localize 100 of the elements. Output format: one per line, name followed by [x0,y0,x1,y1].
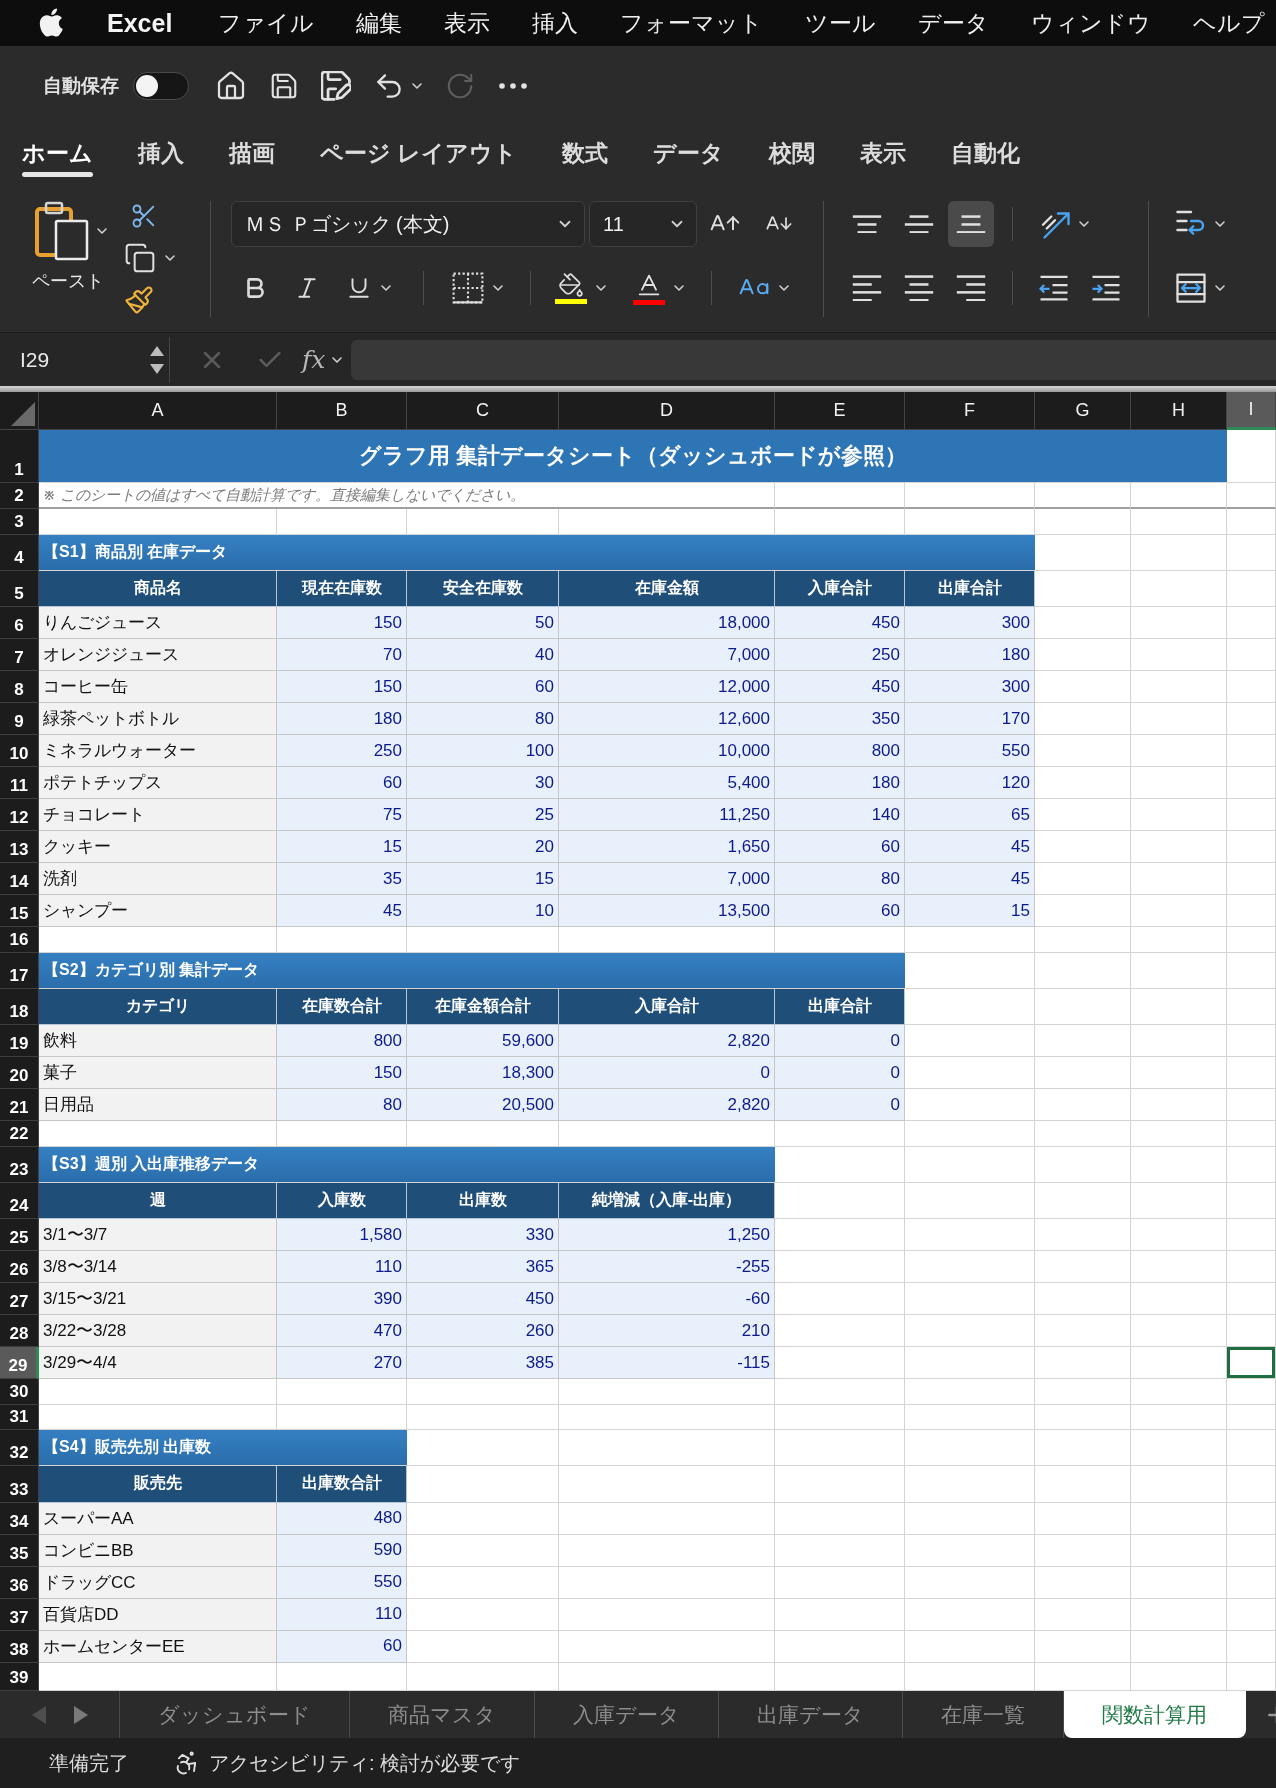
menu-item[interactable]: ファイル [218,7,315,39]
column-header[interactable]: H [1131,392,1227,430]
paste-button[interactable]: ペースト [24,201,112,319]
column-header[interactable]: I [1227,392,1276,430]
ribbon-tab[interactable]: 描画 [229,125,275,182]
apple-icon[interactable] [39,8,65,38]
row-header[interactable]: 13 [0,831,39,863]
row-header[interactable]: 11 [0,767,39,799]
column-header[interactable]: E [775,392,905,430]
font-size-dropdown[interactable]: 11 [589,201,697,247]
sheet-tab[interactable]: 関数計算用 [1064,1691,1246,1738]
row-header[interactable]: 25 [0,1219,39,1251]
status-text: 準備完了 [49,1750,129,1776]
row-header[interactable]: 30 [0,1379,39,1405]
row-header[interactable]: 27 [0,1283,39,1315]
row-header[interactable]: 4 [0,534,39,571]
menu-item[interactable]: ツール [805,7,877,39]
row-header[interactable]: 3 [0,509,39,535]
row-header[interactable]: 7 [0,639,39,671]
row-header[interactable]: 32 [0,1430,39,1466]
value-cell: 45 [905,863,1035,895]
row-header[interactable]: 38 [0,1630,39,1663]
label-cell: ドラッグCC [39,1566,277,1599]
row-header[interactable]: 18 [0,988,39,1025]
value-cell: 0 [775,1057,905,1089]
ribbon-tab[interactable]: 校閲 [769,125,816,182]
column-header[interactable]: B [277,392,407,430]
value-cell: 25 [407,799,559,831]
row-header[interactable]: 8 [0,671,39,703]
row-header[interactable]: 29 [0,1347,39,1379]
row-header[interactable]: 33 [0,1466,39,1503]
row-header[interactable]: 31 [0,1404,39,1430]
label-cell: スーパーAA [39,1502,277,1535]
value-cell: 45 [905,831,1035,863]
ribbon-tab[interactable]: 数式 [562,125,609,182]
row-header[interactable]: 5 [0,570,39,607]
row-header[interactable]: 2 [0,483,39,509]
underline-icon [346,275,372,301]
insert-function-button[interactable]: fx [302,339,346,380]
column-header[interactable]: A [39,392,277,430]
value-cell: 75 [277,799,407,831]
row-header[interactable]: 12 [0,799,39,831]
ribbon-tab[interactable]: 挿入 [138,125,184,182]
row-header[interactable]: 39 [0,1662,39,1691]
menu-item[interactable]: フォーマット [620,7,764,39]
value-cell: 100 [407,735,559,767]
row-header[interactable]: 21 [0,1089,39,1121]
row-header[interactable]: 9 [0,703,39,735]
row-header[interactable]: 16 [0,927,39,953]
row-header[interactable]: 36 [0,1566,39,1599]
row-header[interactable]: 14 [0,863,39,895]
row-header[interactable]: 37 [0,1598,39,1631]
row-header[interactable]: 23 [0,1146,39,1183]
column-heading: 入庫合計 [775,570,905,607]
ribbon-tab[interactable]: データ [653,125,725,182]
align-bottom-button[interactable] [948,201,994,247]
accessibility-status-button[interactable]: アクセシビリティ: 検討が必要です [173,1749,521,1777]
label-cell: コーヒー缶 [39,671,277,703]
menu-item[interactable]: 編集 [356,7,403,39]
column-heading: 在庫金額合計 [407,988,559,1025]
row-header[interactable]: 35 [0,1534,39,1567]
diagonal-arrow-icon [1040,209,1070,239]
row-header[interactable]: 10 [0,735,39,767]
menu-item[interactable]: ウィンドウ [1031,7,1152,39]
row-header[interactable]: 20 [0,1057,39,1089]
font-name-dropdown[interactable]: ＭＳ Ｐゴシック (本文) [231,201,585,247]
menu-item[interactable]: 表示 [444,7,491,39]
column-header[interactable]: D [559,392,775,430]
row-header[interactable]: 17 [0,952,39,989]
column-header[interactable]: F [905,392,1035,430]
row-header[interactable]: 19 [0,1025,39,1057]
label-cell: 緑茶ペットボトル [39,703,277,735]
row-header[interactable]: 34 [0,1502,39,1535]
row-header[interactable]: 28 [0,1315,39,1347]
row-header[interactable]: 26 [0,1251,39,1283]
row-header[interactable]: 24 [0,1182,39,1219]
selected-cell[interactable] [1227,1347,1276,1379]
autosave-toggle[interactable] [133,71,189,100]
value-cell: 40 [407,639,559,671]
column-header[interactable]: G [1035,392,1131,430]
label-cell: 3/15〜3/21 [39,1283,277,1315]
label-cell: 3/22〜3/28 [39,1315,277,1347]
ribbon-tab[interactable]: 表示 [860,125,907,182]
row-header[interactable]: 1 [0,430,39,483]
menu-item[interactable]: 挿入 [532,7,579,39]
stepper-arrows-icon[interactable] [149,344,165,375]
app-menu[interactable]: Excel [107,8,173,38]
menu-item[interactable]: ヘルプ [1193,7,1266,39]
row-header[interactable]: 15 [0,895,39,927]
value-cell: -60 [559,1283,775,1315]
ribbon-tab[interactable]: 自動化 [951,125,1021,182]
menu-item[interactable]: データ [918,7,990,39]
row-header[interactable]: 22 [0,1121,39,1147]
ribbon-tab[interactable]: ホーム [22,125,93,182]
row-header[interactable]: 6 [0,607,39,639]
copy-icon [124,242,156,274]
name-box[interactable]: I29 [0,336,170,383]
select-all-button[interactable] [0,392,39,430]
ribbon-tab[interactable]: ページ レイアウト [320,125,518,182]
column-header[interactable]: C [407,392,559,430]
